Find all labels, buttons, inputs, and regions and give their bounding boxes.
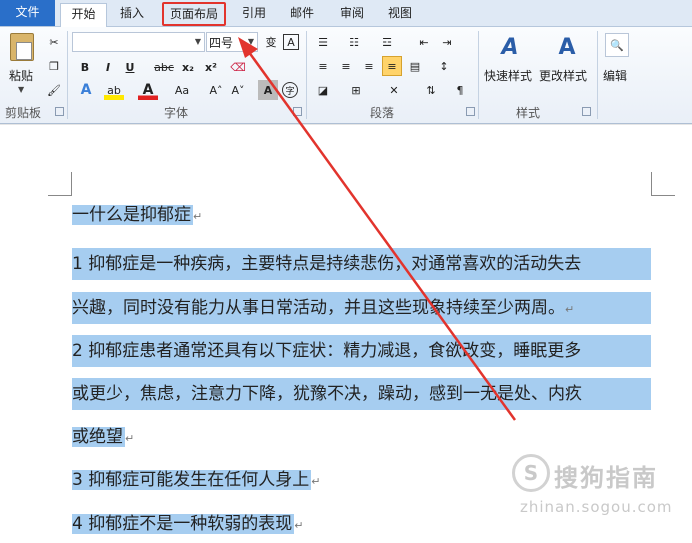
annotation-arrow — [238, 37, 517, 421]
annotation-arrow-line — [244, 47, 517, 421]
annotation-arrow-head — [238, 37, 258, 58]
